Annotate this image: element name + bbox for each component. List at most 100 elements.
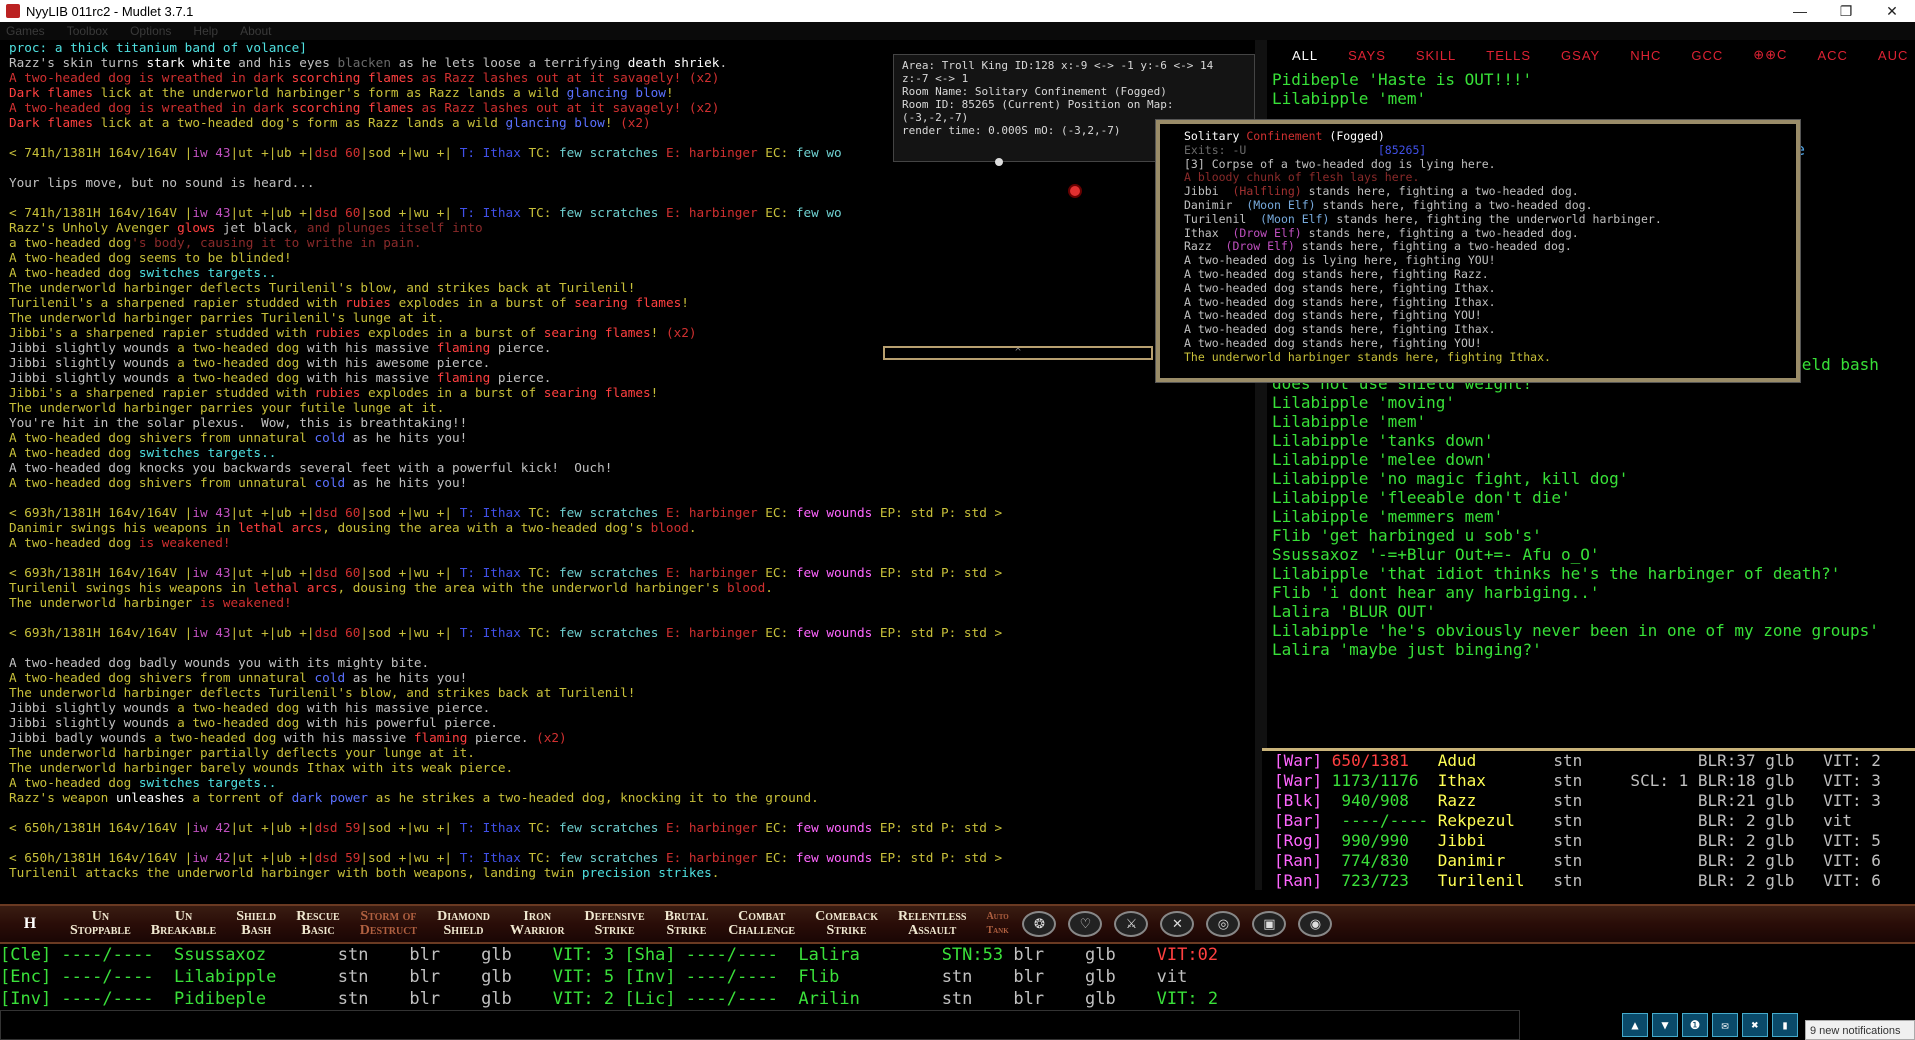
map-splitter[interactable]: ^	[883, 346, 1153, 360]
action-icon[interactable]: ⚔	[1114, 911, 1149, 937]
chat-tab-says[interactable]: SAYS	[1348, 48, 1386, 63]
map-room-marker[interactable]	[1068, 184, 1082, 198]
console-text: lethal arcs	[238, 520, 323, 535]
auto-tank-toggle[interactable]: Auto Tank	[976, 910, 1016, 938]
menu-toolbox[interactable]: Toolbox	[67, 24, 108, 38]
menu-help[interactable]: Help	[193, 24, 218, 38]
room-line: A two-headed dog stands here, fighting Y…	[1184, 335, 1772, 351]
chat-tab-all[interactable]: ALL	[1292, 48, 1318, 63]
skill-button[interactable]: Combat Challenge	[718, 910, 805, 938]
skill-button[interactable]: Un Stoppable	[60, 910, 141, 938]
bottom-group-text: blr glb	[1013, 945, 1157, 965]
console-text: pierce.	[490, 340, 552, 355]
console-line: < 650h/1381H 164v/164V |iw 42|ut +|ub +|…	[9, 820, 1255, 835]
skill-button[interactable]: Relentless Assault	[888, 910, 976, 938]
action-icon[interactable]: ◎	[1206, 911, 1241, 937]
chat-tab-auc[interactable]: AUC	[1878, 48, 1908, 63]
skill-label-top: Un	[91, 909, 110, 924]
group-pos: stn	[1553, 791, 1621, 810]
console-line: Jibbi slightly wounds a two-headed dog w…	[9, 700, 1255, 715]
menu-options[interactable]: Options	[130, 24, 171, 38]
bottom-group-text: [Enc]	[0, 967, 62, 987]
room-text: Solitary	[1184, 129, 1247, 143]
skill-button[interactable]: Storm of Destruct	[350, 910, 427, 938]
status-icon[interactable]: ❶	[1682, 1013, 1708, 1037]
chat-tab-tells[interactable]: TELLS	[1486, 48, 1531, 63]
console-text: precision strikes	[581, 865, 712, 880]
console-text: lethal arcs	[253, 580, 338, 595]
skill-button[interactable]: Iron Warrior	[500, 910, 575, 938]
console-text: A two-headed dog seems to be blinded!	[9, 250, 292, 265]
skill-button[interactable]: Shield Bash	[226, 910, 286, 938]
skill-h-button[interactable]: H	[0, 916, 60, 932]
skill-button[interactable]: Defensive Strike	[575, 910, 655, 938]
chat-tab-gcc[interactable]: GCC	[1691, 48, 1723, 63]
minimize-button[interactable]: —	[1777, 3, 1823, 19]
console-text: E: harbinger	[658, 820, 758, 835]
console-text: Jibbi slightly wounds	[9, 370, 178, 385]
group-class: [Rog]	[1274, 831, 1332, 850]
console-line: Jibbi's a sharpened rapier studded with …	[9, 325, 1255, 340]
console-line: Razz's Unholy Avenger glows jet black, a…	[9, 220, 1255, 235]
status-icon[interactable]: ▲	[1622, 1013, 1648, 1037]
bottom-group-text: STN:53	[941, 945, 1014, 965]
group-name: Danimir	[1437, 851, 1554, 870]
console-text: EP:	[872, 850, 911, 865]
console-line: A two-headed dog seems to be blinded!	[9, 250, 1255, 265]
menu-about[interactable]: About	[240, 24, 271, 38]
console-line: A two-headed dog shivers from unnatural …	[9, 670, 1255, 685]
console-text: The underworld harbinger barely wounds I…	[9, 760, 514, 775]
console-text: E: harbinger	[658, 850, 758, 865]
status-icon[interactable]: ▼	[1652, 1013, 1678, 1037]
chat-line: Lalira 'BLUR OUT'	[1272, 602, 1436, 621]
console-text: dsd 60	[314, 625, 361, 640]
console-text: scorching flames	[291, 100, 414, 115]
console-line: Danimir swings his weapons in lethal arc…	[9, 520, 1255, 535]
status-icon[interactable]: ✉	[1712, 1013, 1738, 1037]
console-text: EP:	[872, 820, 911, 835]
chat-tab-gsay[interactable]: GSAY	[1561, 48, 1600, 63]
skill-button[interactable]: Comeback Strike	[805, 910, 888, 938]
close-button[interactable]: ✕	[1869, 3, 1915, 20]
chat-tab-acc[interactable]: ACC	[1817, 48, 1847, 63]
skill-button[interactable]: Un Breakable	[141, 910, 226, 938]
action-icon[interactable]: ♡	[1068, 911, 1103, 937]
group-name: Rekpezul	[1437, 811, 1554, 830]
action-icon[interactable]: ❂	[1022, 911, 1057, 937]
main-output-console[interactable]: proc: a thick titanium band of volance] R…	[0, 40, 1255, 890]
console-text: scorching flames	[291, 70, 414, 85]
console-text: 's body, causing it to writhe in pain.	[131, 235, 422, 250]
notifications-badge[interactable]: 9 new notifications	[1805, 1020, 1915, 1040]
skill-label-top: Combat	[738, 909, 786, 924]
group-status-bottom: [Cle] ----/---- Ssussaxoz stn blr glb VI…	[0, 944, 1915, 1010]
console-text: A two-headed dog	[9, 445, 139, 460]
menu-games[interactable]: Games	[6, 24, 45, 38]
action-icon[interactable]: ✕	[1160, 911, 1195, 937]
chat-tab-skill[interactable]: SKILL	[1416, 48, 1456, 63]
console-text: is weakened!	[199, 595, 292, 610]
skill-button[interactable]: Diamond Shield	[427, 910, 500, 938]
command-input[interactable]	[0, 1010, 1520, 1040]
room-text: A two-headed dog stands here, fighting R…	[1184, 266, 1489, 281]
console-text: Dark flames	[9, 85, 94, 100]
action-icon[interactable]: ◉	[1298, 911, 1333, 937]
restore-button[interactable]: ❐	[1823, 3, 1869, 20]
skill-button[interactable]: Brutal Strike	[655, 910, 719, 938]
room-text: A two-headed dog stands here, fighting Y…	[1184, 335, 1482, 350]
status-icon[interactable]: ▮	[1772, 1013, 1798, 1037]
console-text: A two-headed dog	[9, 535, 139, 550]
console-text: EC:	[757, 625, 796, 640]
chat-line: Lilabipple 'he's obviously never been in…	[1272, 621, 1879, 640]
console-line: Turilenil attacks the underworld harbing…	[9, 865, 1255, 880]
group-blr: BLR: 2	[1620, 831, 1766, 850]
console-text: E: harbinger	[658, 565, 758, 580]
chat-line: Lilabipple 'fleeable don't die'	[1272, 488, 1571, 507]
group-name: Ithax	[1437, 771, 1554, 790]
console-text: |ut +|ub +|	[230, 205, 315, 220]
status-icon[interactable]: ✖	[1742, 1013, 1768, 1037]
chat-tab-xxc[interactable]: ⊕⊕C	[1753, 47, 1787, 63]
bottom-group-text: blr glb	[1013, 967, 1157, 987]
chat-tab-nhc[interactable]: NHC	[1630, 48, 1661, 63]
action-icon[interactable]: ▣	[1252, 911, 1287, 937]
skill-button[interactable]: Rescue Basic	[286, 910, 349, 938]
